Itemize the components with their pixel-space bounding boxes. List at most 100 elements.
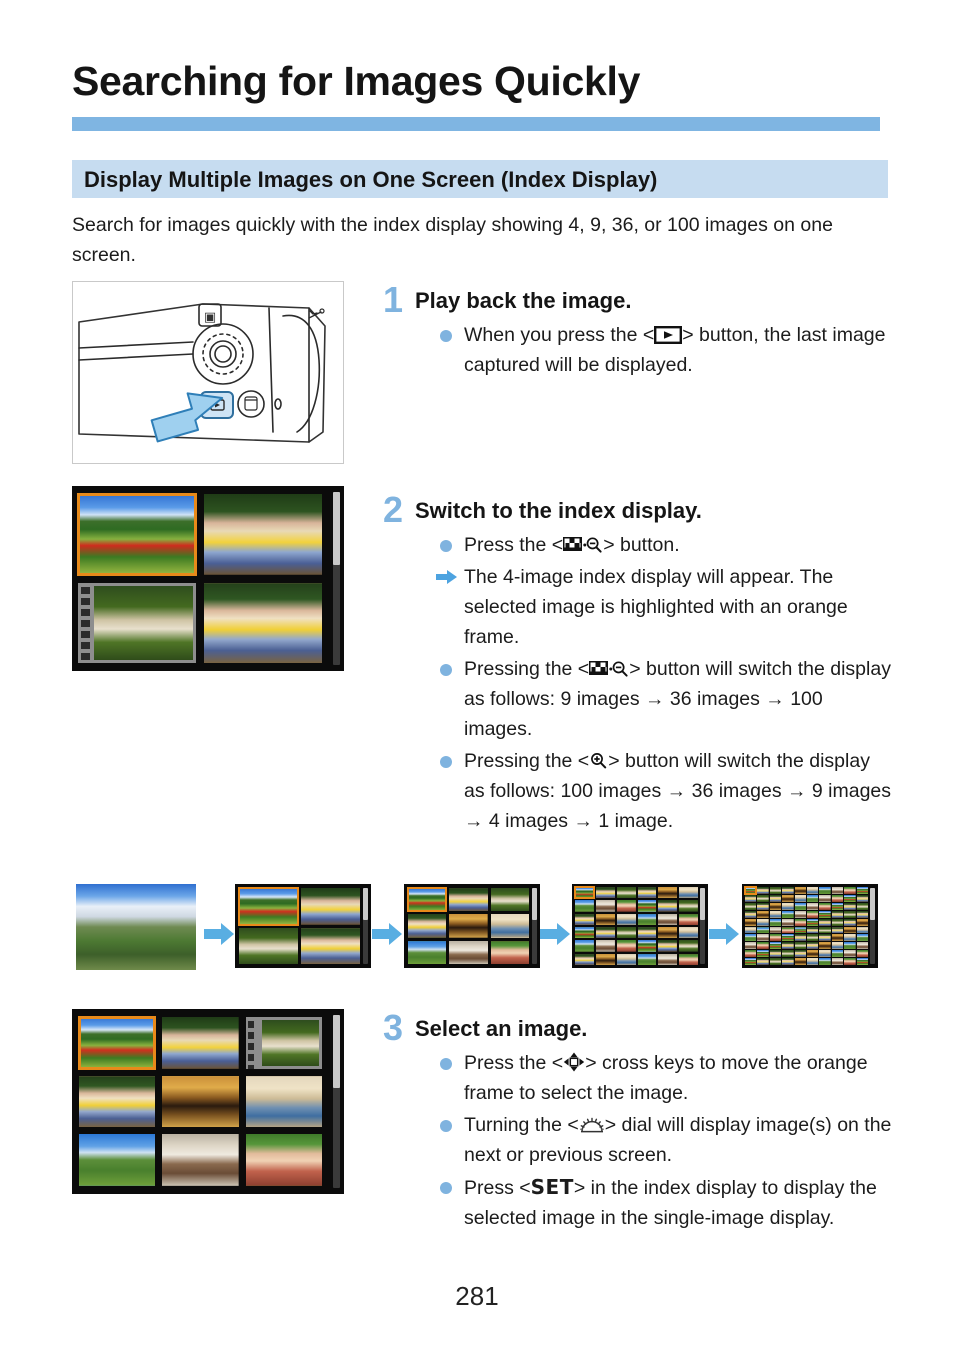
index-thumbnail[interactable] — [745, 910, 757, 918]
index-thumbnail[interactable] — [490, 914, 529, 938]
index-thumbnail[interactable] — [637, 900, 657, 912]
index-thumbnail[interactable] — [782, 934, 794, 942]
index-thumbnail[interactable] — [856, 918, 868, 926]
index-thumbnail[interactable] — [782, 950, 794, 958]
index-thumbnail[interactable] — [819, 942, 831, 950]
index-thumbnail[interactable] — [449, 914, 488, 938]
index-thumbnail[interactable] — [162, 1134, 239, 1186]
index-thumbnail[interactable] — [658, 900, 678, 912]
index-thumbnail[interactable] — [757, 918, 769, 926]
index-thumbnail[interactable] — [819, 887, 831, 894]
index-thumbnail[interactable] — [408, 914, 447, 938]
index-thumbnail[interactable] — [806, 934, 819, 942]
index-thumbnail[interactable] — [301, 888, 360, 925]
index-thumbnail[interactable] — [831, 902, 844, 910]
index-thumbnail[interactable] — [819, 894, 831, 902]
index-thumbnail[interactable] — [595, 913, 615, 925]
index-thumbnail[interactable] — [679, 926, 698, 939]
index-thumbnail[interactable] — [806, 910, 819, 918]
index-thumbnail[interactable] — [162, 1075, 239, 1128]
index-thumbnail[interactable] — [245, 1075, 322, 1128]
index-thumbnail[interactable] — [408, 940, 447, 964]
index-thumbnail[interactable] — [831, 934, 844, 942]
index-thumbnail[interactable] — [679, 913, 698, 925]
index-thumbnail[interactable] — [658, 953, 678, 965]
index-thumbnail[interactable] — [769, 950, 782, 958]
index-thumbnail[interactable] — [794, 894, 806, 902]
index-thumbnail[interactable] — [856, 894, 868, 902]
index-thumbnail[interactable] — [595, 926, 615, 939]
index-thumbnail[interactable] — [831, 894, 844, 902]
index-thumbnail[interactable] — [745, 950, 757, 958]
index-thumbnail[interactable] — [782, 902, 794, 910]
index-thumbnail[interactable] — [856, 902, 868, 910]
index-thumbnail[interactable] — [757, 958, 769, 965]
index-thumbnail[interactable] — [844, 926, 856, 934]
index-thumbnail[interactable] — [806, 958, 819, 965]
index-thumbnail[interactable] — [856, 926, 868, 934]
index-thumbnail[interactable] — [806, 918, 819, 926]
index-thumbnail[interactable] — [637, 887, 657, 899]
index-thumbnail[interactable] — [806, 950, 819, 958]
index-thumbnail[interactable] — [745, 894, 757, 902]
index-thumbnail[interactable] — [679, 900, 698, 912]
index-thumbnail[interactable] — [831, 958, 844, 965]
index-thumbnail[interactable] — [782, 887, 794, 894]
index-thumbnail[interactable] — [79, 1075, 156, 1128]
index-thumbnail[interactable] — [856, 950, 868, 958]
index-thumbnail[interactable] — [782, 942, 794, 950]
index-thumbnail[interactable] — [769, 934, 782, 942]
index-thumbnail[interactable] — [595, 900, 615, 912]
index-thumbnail[interactable] — [575, 953, 594, 965]
index-thumbnail[interactable] — [844, 958, 856, 965]
index-thumbnail[interactable] — [658, 940, 678, 952]
index-thumbnail[interactable] — [616, 926, 636, 939]
index-scrollbar[interactable] — [870, 888, 875, 964]
index-thumbnail[interactable] — [743, 886, 758, 895]
index-thumbnail[interactable] — [831, 950, 844, 958]
index-thumbnail[interactable] — [575, 913, 594, 925]
index-thumbnail[interactable] — [616, 913, 636, 925]
index-thumbnail[interactable] — [79, 1134, 156, 1186]
index-scrollbar[interactable] — [363, 888, 368, 964]
index-thumbnail[interactable] — [782, 926, 794, 934]
index-thumbnail[interactable] — [574, 885, 595, 900]
index-thumbnail[interactable] — [204, 582, 322, 663]
index-thumbnail[interactable] — [831, 918, 844, 926]
index-thumbnail[interactable] — [831, 942, 844, 950]
index-thumbnail[interactable] — [745, 926, 757, 934]
index-thumbnail[interactable] — [844, 918, 856, 926]
index-thumbnail[interactable] — [616, 940, 636, 952]
index-thumbnail[interactable] — [806, 894, 819, 902]
index-thumbnail[interactable] — [806, 902, 819, 910]
index-thumbnail[interactable] — [819, 918, 831, 926]
index-thumbnail[interactable] — [819, 910, 831, 918]
index-thumbnail[interactable] — [637, 913, 657, 925]
index-thumbnail[interactable] — [449, 940, 488, 964]
index-thumbnail[interactable] — [782, 894, 794, 902]
index-thumbnail[interactable] — [637, 953, 657, 965]
index-thumbnail[interactable] — [575, 900, 594, 912]
index-thumbnail-movie[interactable] — [78, 582, 196, 663]
index-thumbnail[interactable] — [679, 940, 698, 952]
index-thumbnail[interactable] — [745, 918, 757, 926]
index-thumbnail[interactable] — [856, 958, 868, 965]
index-thumbnail[interactable] — [616, 953, 636, 965]
index-thumbnail[interactable] — [757, 926, 769, 934]
index-thumbnail[interactable] — [769, 902, 782, 910]
index-thumbnail[interactable] — [757, 910, 769, 918]
index-thumbnail[interactable] — [794, 902, 806, 910]
index-thumbnail[interactable] — [757, 934, 769, 942]
index-thumbnail[interactable] — [77, 493, 197, 576]
index-thumbnail[interactable] — [757, 950, 769, 958]
index-thumbnail[interactable] — [769, 942, 782, 950]
index-thumbnail[interactable] — [637, 926, 657, 939]
index-thumbnail[interactable] — [769, 910, 782, 918]
index-thumbnail[interactable] — [490, 940, 529, 964]
index-thumbnail[interactable] — [844, 942, 856, 950]
index-thumbnail[interactable] — [794, 910, 806, 918]
index-thumbnail[interactable] — [575, 940, 594, 952]
index-thumbnail[interactable] — [819, 950, 831, 958]
index-thumbnail[interactable] — [844, 910, 856, 918]
index-thumbnail[interactable] — [658, 926, 678, 939]
